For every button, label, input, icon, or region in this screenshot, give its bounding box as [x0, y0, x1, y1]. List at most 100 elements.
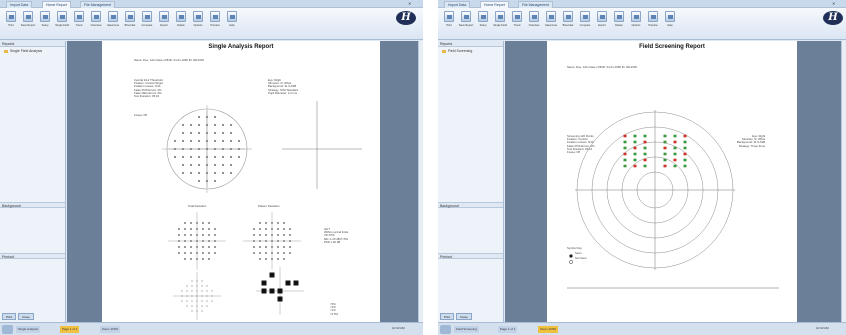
pattern-deviation-mark [277, 252, 279, 254]
tab-import[interactable]: Import Data [444, 1, 471, 8]
ribbon-button-options[interactable]: Options [629, 11, 643, 33]
screening-point [663, 134, 667, 138]
ribbon-button-label: Trend [513, 24, 521, 27]
print-button[interactable]: Print [440, 313, 455, 320]
vertical-scrollbar[interactable] [841, 41, 846, 322]
print-button[interactable]: Print [2, 313, 17, 320]
probability-mark [201, 300, 203, 302]
total-deviation-mark [184, 222, 186, 224]
export-icon [159, 11, 169, 22]
ribbon-button-help[interactable]: Help [225, 11, 239, 33]
tab-home-report[interactable]: Home Report [480, 1, 509, 8]
trend-icon [512, 11, 522, 22]
close-button[interactable]: Close [18, 313, 34, 320]
screening-point [673, 140, 677, 144]
panel-section-printout[interactable]: Printout [0, 253, 65, 259]
ribbon-button-setup[interactable]: Setup [476, 11, 490, 33]
screening-point [623, 164, 627, 168]
pattern-deviation-mark [265, 228, 267, 230]
ribbon-button-compare[interactable]: Compare [578, 11, 592, 33]
ribbon-button-glaucoma[interactable]: Glaucoma [106, 11, 120, 33]
panel-section-background[interactable]: Background [0, 202, 65, 208]
ribbon-button-preview[interactable]: Preview [208, 11, 222, 33]
report-tree-item[interactable]: Single Field Analysis [4, 49, 42, 53]
tab-import[interactable]: Import Data [6, 1, 33, 8]
total-deviation-mark [208, 252, 210, 254]
overview-icon [529, 11, 539, 22]
ribbon-button-overview[interactable]: Overview [527, 11, 541, 33]
ribbon-button-print[interactable]: Print [442, 11, 456, 33]
report-graphics [567, 110, 779, 289]
panel-section-printout[interactable]: Printout [438, 253, 503, 259]
status-item-zoom[interactable]: Zoom 100% [538, 326, 559, 333]
total-deviation-mark [202, 222, 204, 224]
threshold-mark [214, 180, 216, 182]
status-item-page[interactable]: Page 1 of 1 [60, 326, 80, 333]
ribbon-button-save-report[interactable]: Save Report [21, 11, 35, 33]
ribbon-button-export[interactable]: Export [157, 11, 171, 33]
close-button[interactable]: Close [456, 313, 472, 320]
close-icon[interactable]: ✕ [408, 0, 411, 7]
ribbon-button-overview[interactable]: Overview [89, 11, 103, 33]
screening-point [643, 164, 647, 168]
ribbon-button-single-field[interactable]: Single Field [55, 11, 69, 33]
folder-icon [4, 49, 8, 53]
save-report-icon [23, 11, 33, 22]
status-item-report[interactable]: Field Screening [454, 326, 479, 333]
panel-section-background[interactable]: Background [438, 202, 503, 208]
threshold-mark [214, 140, 216, 142]
ribbon-button-binocular[interactable]: Binocular [561, 11, 575, 33]
status-item-zoom[interactable]: Zoom 100% [100, 326, 121, 333]
ribbon-button-label: Preview [648, 24, 658, 27]
threshold-mark [190, 140, 192, 142]
ribbon-button-label: Help [667, 24, 673, 27]
ght-legend: GHT Within normal limits VFI 97% MD -1.25 d… [324, 227, 349, 244]
help-icon [227, 11, 237, 22]
screening-point [623, 146, 627, 150]
pattern-deviation-mark [265, 246, 267, 248]
total-deviation-mark [190, 252, 192, 254]
ribbon-button-preview[interactable]: Preview [646, 11, 660, 33]
threshold-mark [214, 132, 216, 134]
ribbon-button-help[interactable]: Help [663, 11, 677, 33]
ribbon-button-label: Setup [41, 24, 49, 27]
total-deviation-mark [190, 246, 192, 248]
status-item-report[interactable]: Single Analysis [16, 326, 41, 333]
tab-file-management[interactable]: File Management [80, 1, 116, 8]
ribbon-button-delete[interactable]: Delete [174, 11, 188, 33]
screening-point [683, 158, 687, 162]
tab-file-management[interactable]: File Management [518, 1, 554, 8]
ribbon-button-delete[interactable]: Delete [612, 11, 626, 33]
single-field-icon [57, 11, 67, 22]
probability-mark [201, 305, 203, 307]
ribbon-button-setup[interactable]: Setup [38, 11, 52, 33]
ribbon-button-options[interactable]: Options [191, 11, 205, 33]
ribbon-button-compare[interactable]: Compare [140, 11, 154, 33]
report-tree-item[interactable]: Field Screening [442, 49, 472, 53]
ribbon-button-trend[interactable]: Trend [510, 11, 524, 33]
start-button-icon[interactable] [440, 325, 451, 334]
probability-mark [201, 290, 203, 292]
ribbon-button-print[interactable]: Print [4, 11, 18, 33]
tab-home-report[interactable]: Home Report [42, 1, 71, 8]
screening-point [663, 140, 667, 144]
screening-point [643, 140, 647, 144]
screening-point [633, 140, 637, 144]
probability-mark [211, 290, 213, 292]
ribbon-button-export[interactable]: Export [595, 11, 609, 33]
threshold-mark [238, 140, 240, 142]
ribbon-button-save-report[interactable]: Save Report [459, 11, 473, 33]
ribbon-button-trend[interactable]: Trend [72, 11, 86, 33]
probability-mark [201, 285, 203, 287]
ribbon-button-glaucoma[interactable]: Glaucoma [544, 11, 558, 33]
status-item-page[interactable]: Page 1 of 1 [498, 326, 518, 333]
ribbon-button-binocular[interactable]: Binocular [123, 11, 137, 33]
pattern-deviation-mark [265, 258, 267, 260]
start-button-icon[interactable] [2, 325, 13, 334]
vertical-scrollbar[interactable] [418, 41, 423, 322]
ribbon-button-single-field[interactable]: Single Field [493, 11, 507, 33]
pattern-deviation-mark [277, 246, 279, 248]
threshold-mark [222, 132, 224, 134]
close-icon[interactable]: ✕ [832, 0, 835, 7]
ribbon-button-label: Glaucoma [545, 24, 557, 27]
